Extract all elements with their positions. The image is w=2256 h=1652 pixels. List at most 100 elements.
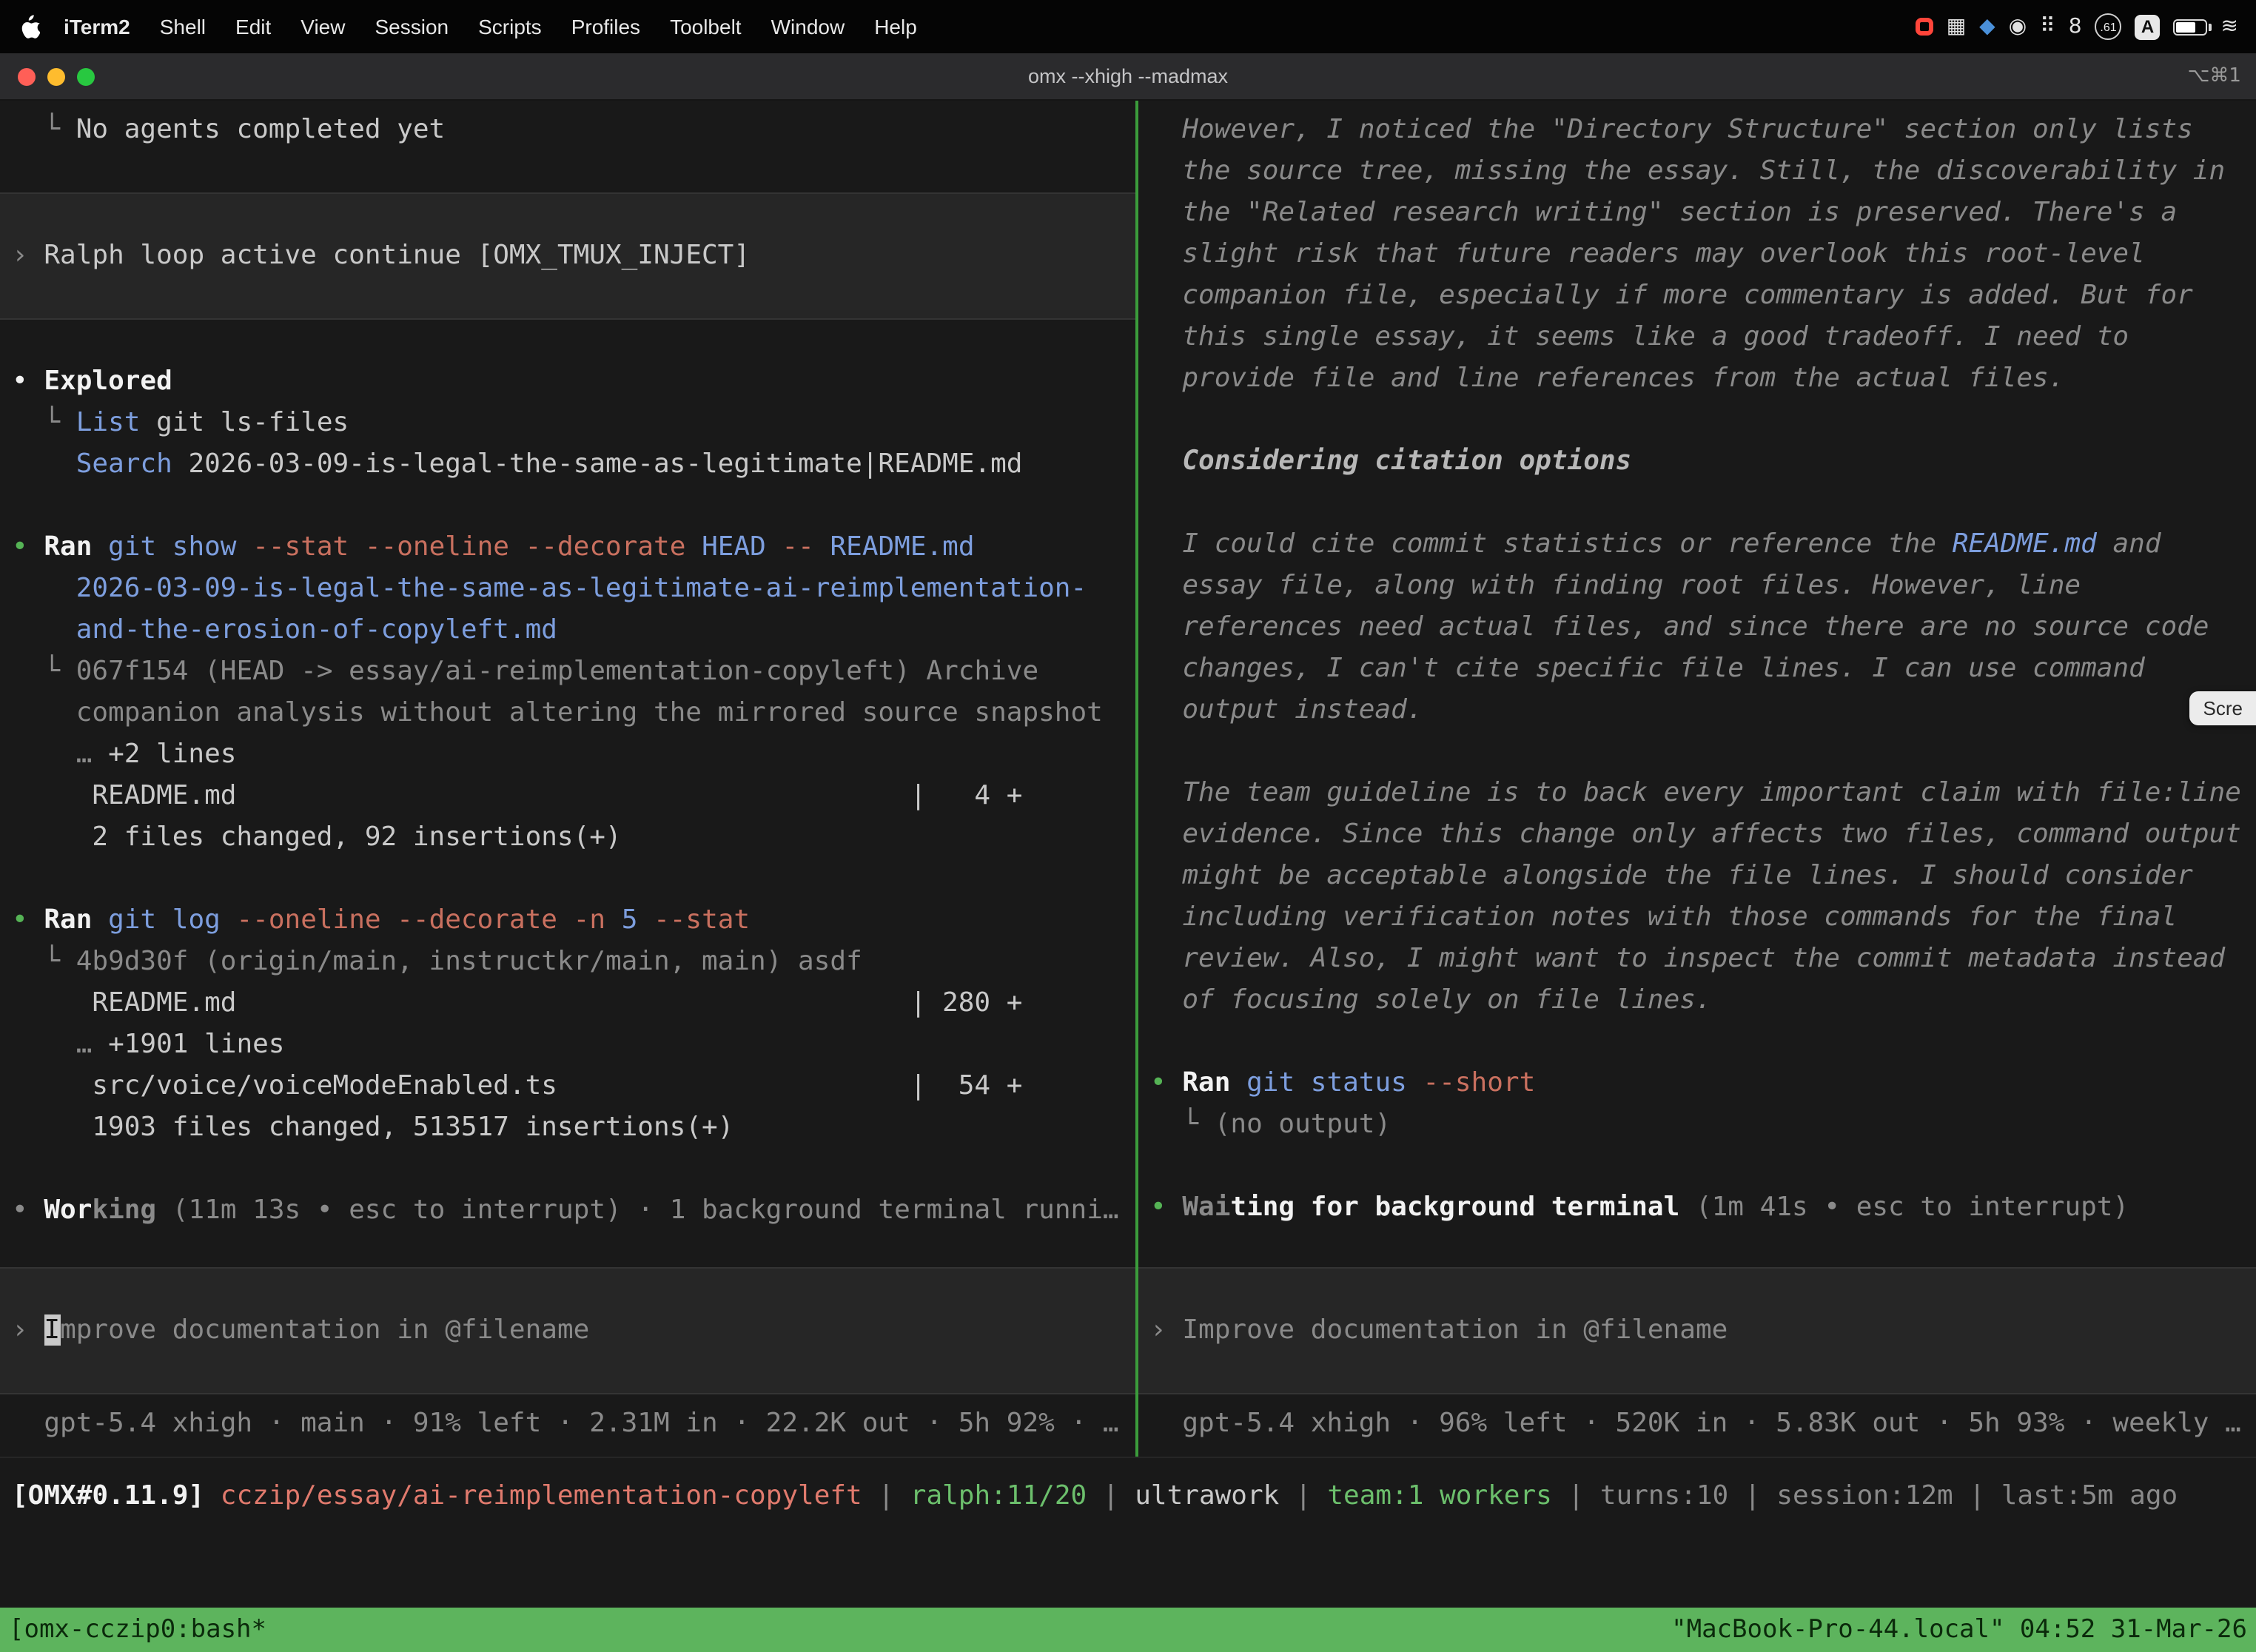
menu-item-view[interactable]: View: [286, 15, 360, 38]
window-title-bar[interactable]: omx --xhigh --madmax ⌥⌘1: [0, 53, 2256, 101]
input-source-a-icon[interactable]: A: [2135, 14, 2161, 39]
text-span: └: [12, 407, 76, 438]
menu-bar: iTerm2ShellEditViewSessionScriptsProfile…: [0, 0, 2256, 53]
text-span: git status: [1246, 1067, 1423, 1098]
blue-app-icon[interactable]: ◆: [1979, 15, 1995, 38]
menu-item-session[interactable]: Session: [360, 15, 463, 38]
terminal-line: gpt-5.4 xhigh · main · 91% left · 2.31M …: [12, 1403, 1124, 1445]
right-pane-main: However, I noticed the "Directory Struct…: [1150, 110, 2244, 1229]
terminal-line: • Waiting for background terminal (1m 41…: [1150, 1187, 2244, 1229]
gauge-61-icon[interactable]: .61: [2095, 13, 2122, 40]
terminal-line: • Ran git show --stat --oneline --decora…: [12, 527, 1124, 568]
terminal-line: review. Also, I might want to inspect th…: [1150, 939, 2244, 980]
ralph-inject-banner: › Ralph loop active continue [OMX_TMUX_I…: [0, 192, 1135, 320]
menu-item-edit[interactable]: Edit: [221, 15, 286, 38]
terminal-line: of focusing solely on file lines.: [1150, 980, 2244, 1021]
menu-item-shell[interactable]: Shell: [145, 15, 221, 38]
tmux-session-window: [omx-cczip0:bash*: [9, 1615, 266, 1645]
tmux-status-bar: [omx-cczip0:bash* "MacBook-Pro-44.local"…: [0, 1608, 2256, 1652]
text-span: 067f154 (HEAD -> essay/ai-reimplementati…: [76, 656, 1038, 687]
text-span: Wor: [44, 1195, 92, 1226]
terminal-line: • Ran git log --oneline --decorate -n 5 …: [12, 900, 1124, 941]
blank-line: [12, 486, 1124, 527]
screen-recording-indicator-icon[interactable]: [1916, 18, 1933, 36]
menu-item-scripts[interactable]: Scripts: [463, 15, 557, 38]
text-span: README.md | 4 +: [12, 780, 1022, 811]
text-span: •: [12, 904, 44, 936]
left-pane-bottom: › Improve documentation in @filename gpt…: [12, 1267, 1124, 1445]
text-span: Ran: [44, 904, 108, 936]
terminal-line: this single essay, it seems like a good …: [1150, 317, 2244, 358]
text-span: …: [12, 739, 108, 770]
window-grid-icon[interactable]: ▦: [1947, 15, 1966, 38]
text-span: mprove documentation in @filename: [60, 1314, 589, 1346]
battery-icon[interactable]: [2174, 19, 2208, 35]
minimize-button[interactable]: [47, 68, 65, 86]
menu-items: iTerm2ShellEditViewSessionScriptsProfile…: [49, 0, 932, 53]
text-span: Ran: [44, 531, 108, 563]
text-span: output instead.: [1150, 694, 1423, 725]
text-span: ›: [1150, 1314, 1182, 1346]
omx-status-area: [OMX#0.11.9] cczip/essay/ai-reimplementa…: [0, 1457, 2256, 1608]
text-span: -n: [574, 904, 622, 936]
text-span: last:5m ago: [2001, 1480, 2178, 1511]
terminal-line: … +1901 lines: [12, 1024, 1124, 1066]
prompt-input-right[interactable]: › Improve documentation in @filename: [1138, 1267, 2256, 1394]
text-span: cczip/essay/ai-reimplementation-copyleft: [221, 1480, 862, 1511]
terminal-line: might be acceptable alongside the file l…: [1150, 856, 2244, 897]
dark-circle-app-icon[interactable]: ◉: [2009, 15, 2027, 38]
app-icon-8[interactable]: 8: [2069, 15, 2082, 38]
menu-item-window[interactable]: Window: [756, 15, 860, 38]
text-span: turns:10: [1600, 1480, 1728, 1511]
text-span: provide file and line references from th…: [1150, 363, 2064, 394]
text-span: …: [12, 1029, 108, 1060]
terminal-line: • Explored: [12, 361, 1124, 403]
text-span: companion analysis without altering the …: [12, 697, 1103, 728]
terminal-line: └ (no output): [1150, 1104, 2244, 1146]
text-span: |: [862, 1480, 910, 1511]
terminal-line: … +2 lines: [12, 734, 1124, 776]
terminal-line: the source tree, missing the essay. Stil…: [1150, 151, 2244, 192]
terminal-line: provide file and line references from th…: [1150, 358, 2244, 400]
text-span: and: [2097, 528, 2161, 560]
zoom-button[interactable]: [77, 68, 95, 86]
blank-line: [12, 1149, 1124, 1190]
right-pane[interactable]: However, I noticed the "Directory Struct…: [1138, 101, 2256, 1457]
text-span: (no output): [1215, 1109, 1391, 1140]
blank-line: [12, 859, 1124, 900]
tmux-host-clock: "MacBook-Pro-44.local" 04:52 31-Mar-26: [1671, 1615, 2247, 1645]
screen: iTerm2ShellEditViewSessionScriptsProfile…: [0, 0, 2256, 1652]
window-shortcut-badge: ⌥⌘1: [2187, 53, 2241, 101]
text-span: Ran: [1182, 1067, 1246, 1098]
text-span: review. Also, I might want to inspect th…: [1150, 943, 2225, 974]
close-button[interactable]: [18, 68, 36, 86]
menu-item-profiles[interactable]: Profiles: [557, 15, 655, 38]
terminal-line: • Ran git status --short: [1150, 1063, 2244, 1104]
text-span: --stat --oneline --decorate: [252, 531, 702, 563]
screenshot-button[interactable]: Scre: [2190, 691, 2256, 725]
terminal-line: └ List git ls-files: [12, 403, 1124, 444]
text-span: HEAD: [702, 531, 782, 563]
terminal-area: └ No agents completed yet › Ralph loop ac…: [0, 101, 2256, 1457]
menu-item-help[interactable]: Help: [859, 15, 932, 38]
menu-item-toolbelt[interactable]: Toolbelt: [655, 15, 756, 38]
text-span: Explored: [44, 366, 172, 397]
apple-logo-icon[interactable]: [21, 15, 40, 38]
text-span: --: [782, 531, 830, 563]
prompt-input-left[interactable]: › Improve documentation in @filename: [0, 1267, 1135, 1394]
terminal-line: › Ralph loop active continue [OMX_TMUX_I…: [12, 235, 1124, 277]
text-span: |: [1087, 1480, 1135, 1511]
left-pane[interactable]: └ No agents completed yet › Ralph loop ac…: [0, 101, 1135, 1457]
text-span: •: [1150, 1067, 1182, 1098]
text-span: git ls-files: [156, 407, 349, 438]
text-span: of focusing solely on file lines.: [1150, 984, 1712, 1015]
menu-item-iterm2[interactable]: iTerm2: [49, 15, 145, 38]
text-span: No agents completed yet: [76, 114, 446, 145]
text-span: •: [12, 1195, 44, 1226]
text-span: [12, 449, 76, 480]
terminal-line: README.md | 4 +: [12, 776, 1124, 817]
dots-grid-icon[interactable]: ⠿: [2040, 15, 2055, 38]
text-span: slight risk that future readers may over…: [1150, 238, 2145, 269]
wifi-icon[interactable]: ≋: [2221, 15, 2238, 38]
text-span: 4b9d30f (origin/main, instructkr/main, m…: [76, 946, 862, 977]
